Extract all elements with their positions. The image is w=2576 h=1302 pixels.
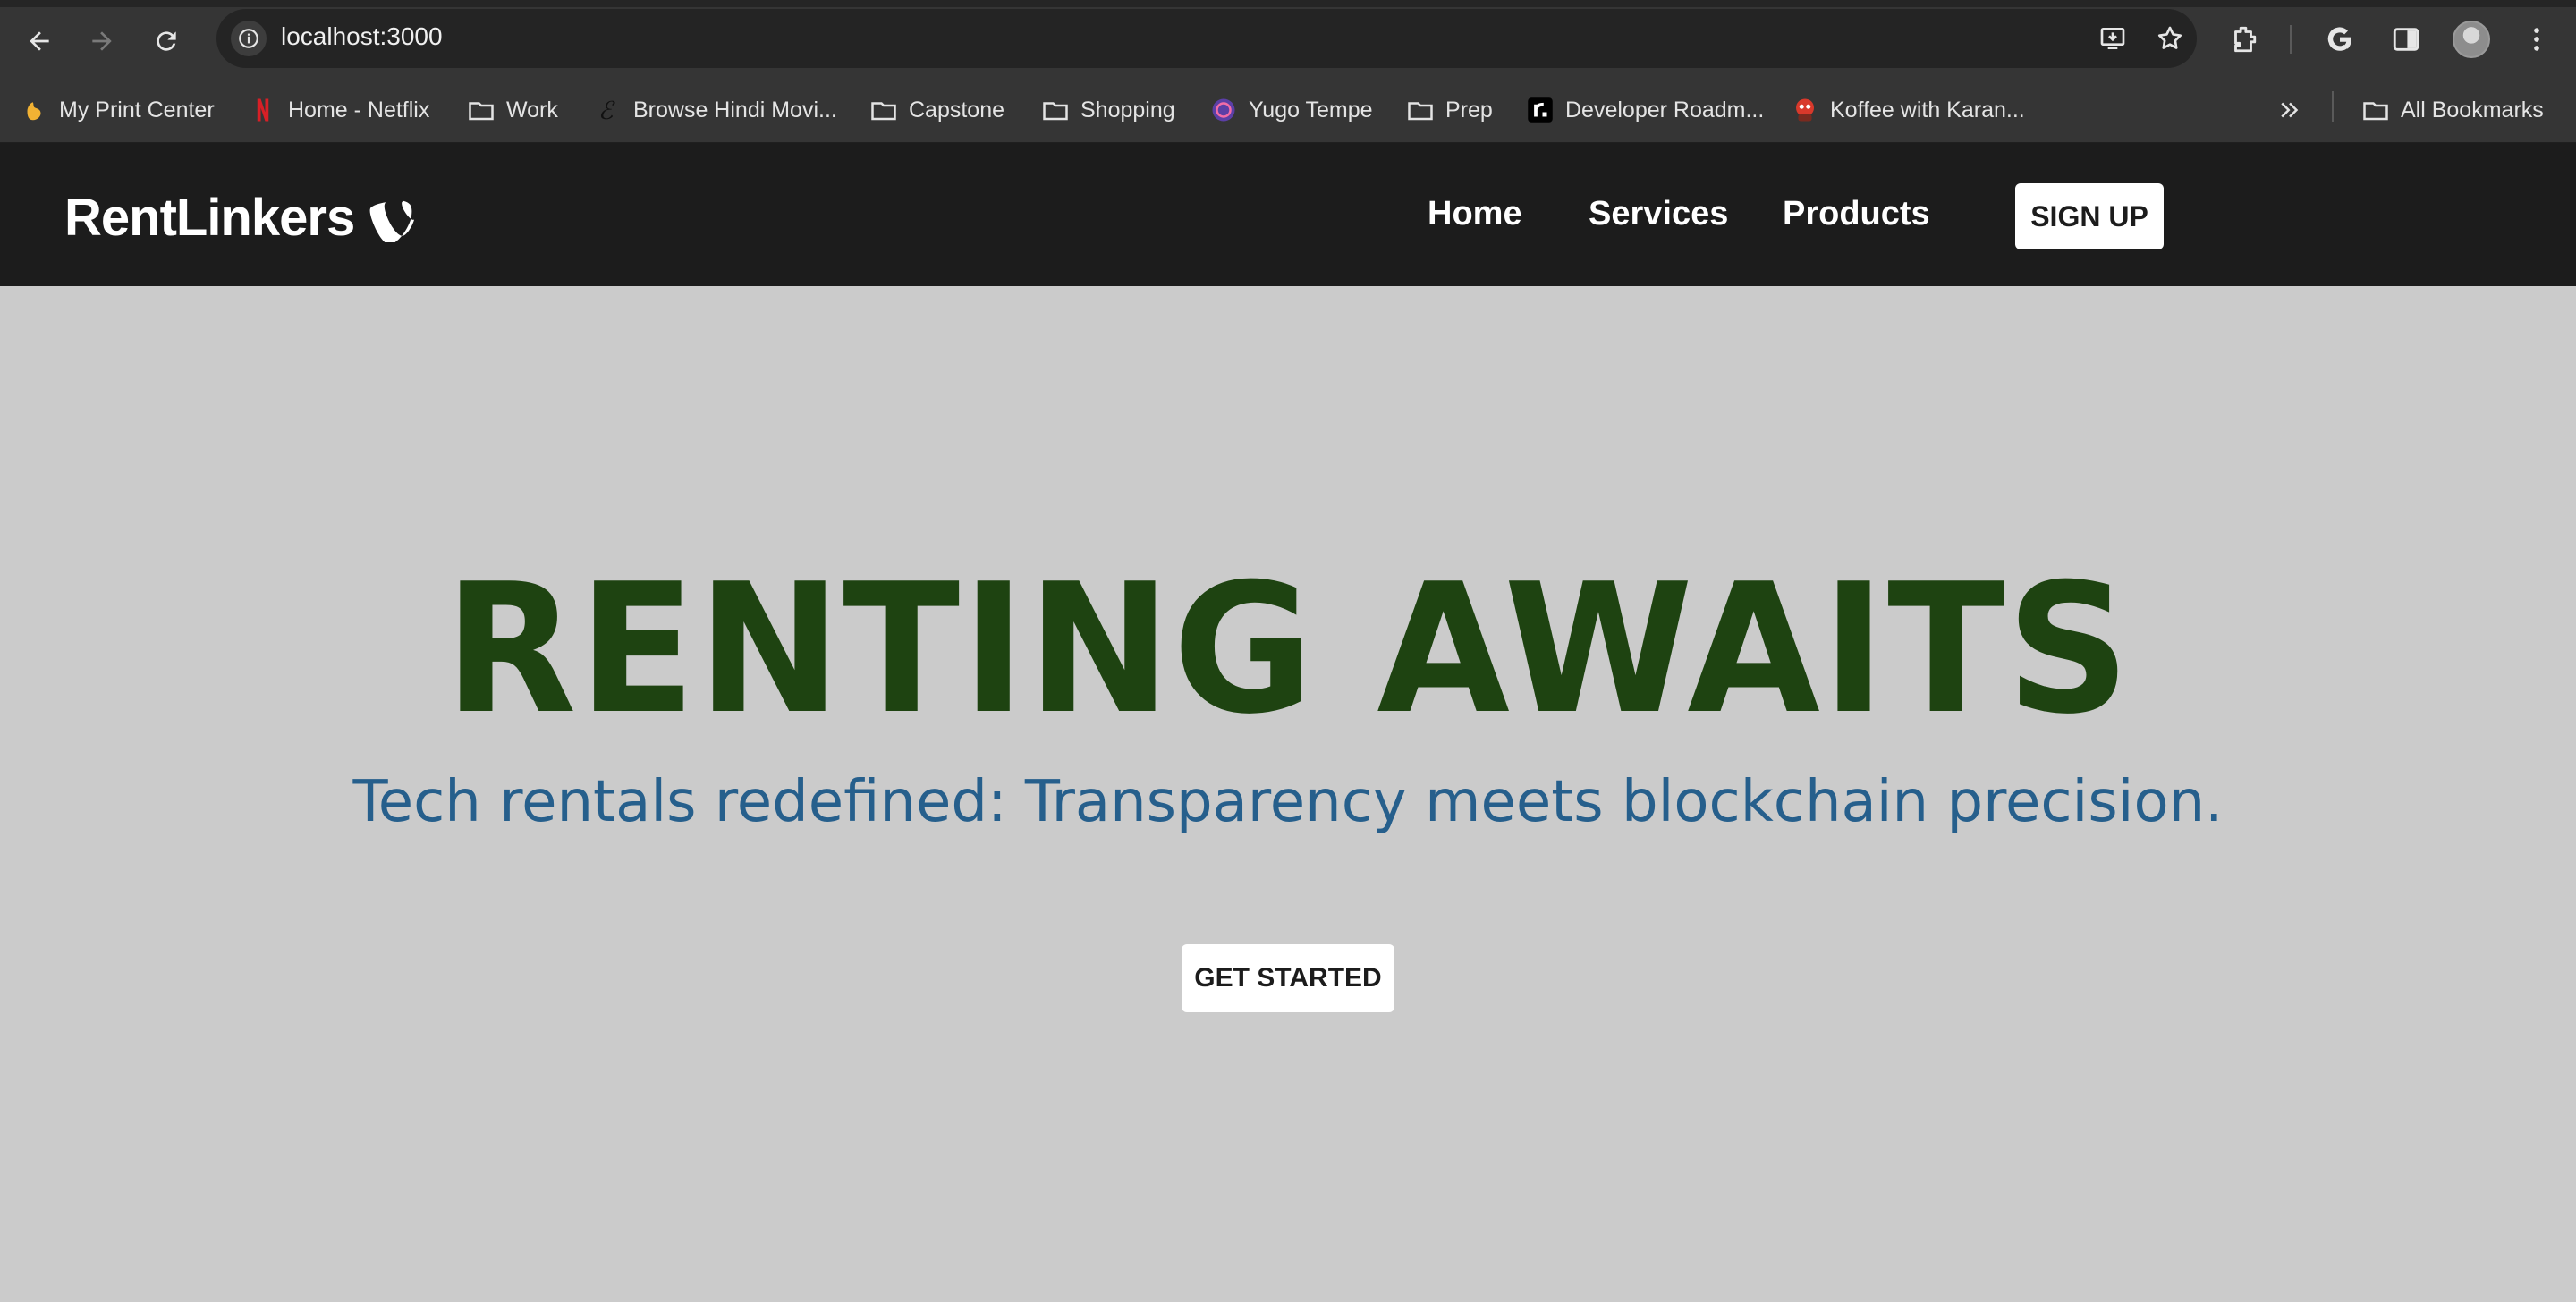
sign-up-button[interactable]: SIGN UP xyxy=(2015,183,2164,249)
toolbar-divider xyxy=(2290,25,2292,54)
nav-services[interactable]: Services xyxy=(1589,195,1728,233)
install-app-icon[interactable] xyxy=(2095,21,2131,56)
nav-products[interactable]: Products xyxy=(1783,195,1930,233)
reload-icon xyxy=(157,31,176,51)
typo3-logo-icon xyxy=(369,200,415,242)
bookmark-capstone[interactable]: Capstone xyxy=(869,93,1004,127)
bookmarks-overflow-button[interactable] xyxy=(2275,93,2315,127)
side-panel-icon[interactable] xyxy=(2385,18,2428,61)
brand-name: RentLinkers xyxy=(64,189,355,247)
hero-title: RENTING AWAITS xyxy=(444,545,2132,754)
arrow-left-icon xyxy=(30,31,49,51)
yugo-icon xyxy=(1209,96,1238,124)
site-header: RentLinkers Home Services Products SIGN … xyxy=(0,143,2576,286)
arrow-right-icon xyxy=(92,31,112,51)
get-started-button[interactable]: GET STARTED xyxy=(1182,944,1394,1012)
bookmark-star-icon[interactable] xyxy=(2152,21,2188,56)
hero-section: RENTING AWAITS Tech rentals redefined: T… xyxy=(0,286,2576,1302)
folder-icon xyxy=(467,96,496,124)
koffee-icon xyxy=(1791,96,1819,124)
bookmarks-divider xyxy=(2332,91,2334,122)
bookmark-shopping[interactable]: Shopping xyxy=(1041,93,1175,127)
extensions-icon[interactable] xyxy=(2222,18,2265,61)
all-bookmarks-button[interactable]: All Bookmarks xyxy=(2361,93,2544,127)
bookmark-developer-roadmap[interactable]: Developer Roadm... xyxy=(1526,93,1764,127)
roadmap-icon xyxy=(1526,96,1555,124)
hand-icon xyxy=(20,96,48,124)
bookmark-my-print-center[interactable]: My Print Center xyxy=(20,93,215,127)
url-text: localhost:3000 xyxy=(281,22,443,50)
bookmark-koffee-with-karan[interactable]: Koffee with Karan... xyxy=(1791,93,2025,127)
chevron-double-right-icon xyxy=(2275,96,2304,124)
bookmark-work[interactable]: Work xyxy=(467,93,558,127)
folder-icon xyxy=(869,96,898,124)
profile-avatar[interactable] xyxy=(2453,21,2490,58)
more-menu-icon[interactable] xyxy=(2515,18,2558,61)
bookmark-netflix[interactable]: Home - Netflix xyxy=(249,93,429,127)
bookmark-browse-hindi-movies[interactable]: ℰ Browse Hindi Movi... xyxy=(594,93,837,127)
site-info-icon[interactable] xyxy=(231,21,267,56)
bookmark-yugo-tempe[interactable]: Yugo Tempe xyxy=(1209,93,1373,127)
folder-icon xyxy=(1406,96,1435,124)
nav-home[interactable]: Home xyxy=(1428,195,1522,233)
folder-icon xyxy=(1041,96,1070,124)
address-bar[interactable]: localhost:3000 xyxy=(216,9,2197,68)
svg-text:ℰ: ℰ xyxy=(598,97,616,123)
back-button[interactable] xyxy=(16,18,63,64)
netflix-icon xyxy=(249,96,277,124)
reload-button[interactable] xyxy=(143,18,190,64)
hero-subtitle: Tech rentals redefined: Transparency mee… xyxy=(352,769,2224,835)
script-e-icon: ℰ xyxy=(594,96,623,124)
forward-button[interactable] xyxy=(79,18,125,64)
folder-icon xyxy=(2361,96,2390,124)
google-icon[interactable] xyxy=(2318,18,2361,61)
brand-logo[interactable]: RentLinkers xyxy=(64,188,417,248)
bookmark-prep[interactable]: Prep xyxy=(1406,93,1493,127)
